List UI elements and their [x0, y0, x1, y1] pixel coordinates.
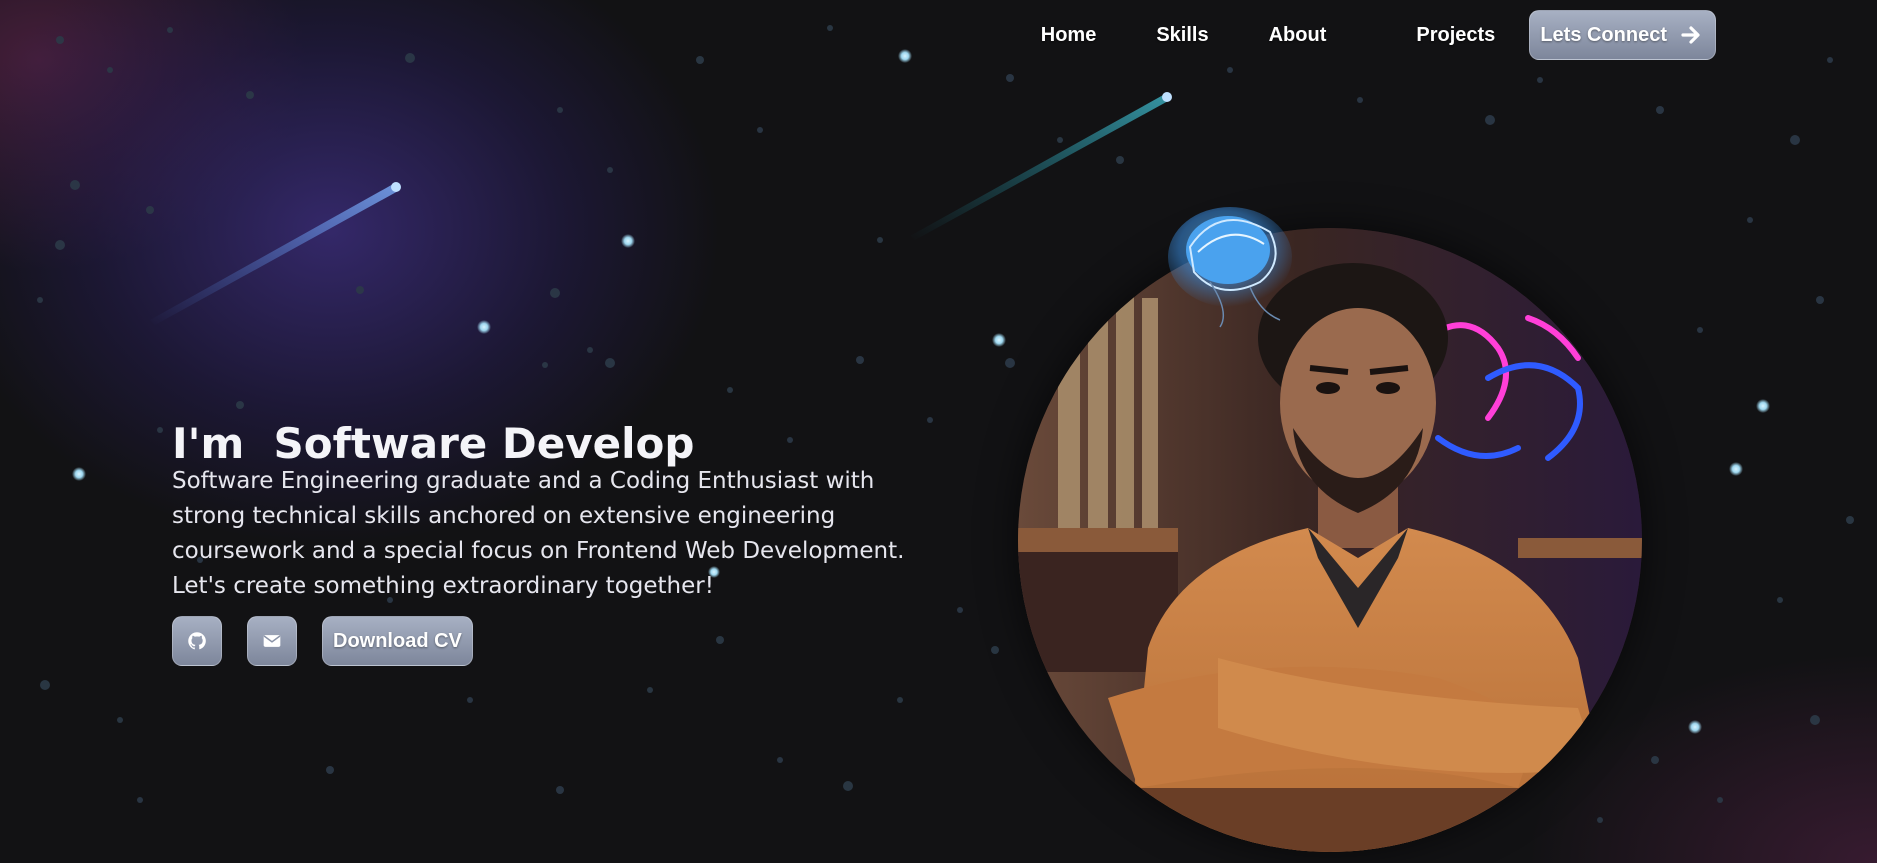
- hero-content: I'm Software Develop Software Engineerin…: [172, 418, 952, 666]
- astronaut-helmet-icon: [1168, 207, 1292, 328]
- github-icon: [188, 632, 206, 650]
- nav-link-home[interactable]: Home: [1011, 24, 1127, 47]
- shooting-star: [910, 92, 1172, 240]
- shooting-star: [150, 182, 401, 325]
- arrow-right-icon: [1681, 26, 1700, 44]
- lets-connect-label: Lets Connect: [1540, 23, 1667, 46]
- hero-title: I'm Software Develop: [172, 419, 695, 468]
- github-button[interactable]: [172, 616, 222, 666]
- profile-photo-frame: [1018, 228, 1642, 852]
- email-button[interactable]: [247, 616, 297, 666]
- nav-link-about[interactable]: About: [1239, 24, 1387, 47]
- profile-photo: [1018, 228, 1642, 852]
- nav-link-skills[interactable]: Skills: [1126, 24, 1238, 47]
- hero-section: Home Skills About Projects Lets Connect …: [0, 0, 1877, 863]
- nav-link-projects[interactable]: Projects: [1386, 24, 1525, 47]
- hero-description: Software Engineering graduate and a Codi…: [172, 468, 905, 599]
- top-navigation: Home Skills About Projects Lets Connect: [1011, 10, 1716, 60]
- envelope-icon: [263, 635, 281, 647]
- lets-connect-button[interactable]: Lets Connect: [1529, 10, 1716, 60]
- hero-actions: Download CV: [172, 616, 952, 666]
- download-cv-button[interactable]: Download CV: [322, 616, 473, 666]
